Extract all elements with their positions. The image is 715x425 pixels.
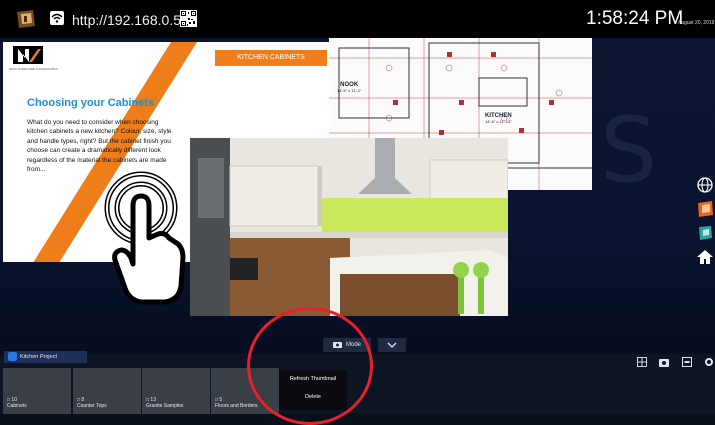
- floorplan-nook-label: NOOK 14'-6" x 11'-2": [337, 82, 362, 93]
- project-name: Kitchen Project: [20, 354, 57, 360]
- grid-icon[interactable]: [637, 354, 647, 367]
- annotation-circle: [247, 307, 373, 425]
- project-tab[interactable]: Kitchen Project: [4, 351, 87, 363]
- kitchen-photo[interactable]: [190, 138, 508, 316]
- slide-logo-text: NEST FURNITURE & ASSOCIATES: [9, 67, 58, 71]
- background-watermark: S: [600, 98, 658, 203]
- slide-logo: [13, 46, 43, 64]
- slide-header: KITCHEN CABINETS: [215, 50, 327, 66]
- window-icon[interactable]: [682, 354, 692, 367]
- slide-title: Choosing your Cabinets: [27, 97, 155, 109]
- camera-capture-icon[interactable]: [659, 354, 669, 367]
- home-icon[interactable]: [696, 248, 714, 266]
- globe-icon[interactable]: [696, 176, 714, 194]
- top-bar: http://192.168.0.53 1:58:24 PM August 20…: [0, 0, 715, 38]
- chevron-down-icon: [387, 342, 397, 348]
- clock-time: 1:58:24 PM: [586, 8, 684, 29]
- folder-thumbnail-granite-samples[interactable]: □ 13 Granite Samples: [142, 368, 210, 414]
- slide-body-text: What do you need to consider when choosi…: [27, 119, 172, 174]
- teal-app-icon[interactable]: [696, 224, 714, 242]
- thumbnail-label: □ 8 Counter Tops: [77, 397, 107, 409]
- touch-gesture-icon: [103, 168, 191, 308]
- clock-date: August 20, 2019: [678, 20, 715, 26]
- kitchen-photo-drawing: [190, 138, 508, 316]
- thumbnail-label: □ 10 Cabinets: [7, 397, 27, 409]
- app-logo-icon[interactable]: [13, 8, 37, 30]
- address-bar[interactable]: http://192.168.0.53: [50, 9, 189, 31]
- floorplan-kitchen-label: KITCHEN 14'-6" x 11'-10": [485, 113, 512, 124]
- url-text[interactable]: http://192.168.0.53: [72, 12, 189, 28]
- thumbnail-label: □ 5 Floors and Borders: [215, 397, 258, 409]
- qr-code-icon[interactable]: [180, 10, 197, 27]
- wifi-icon: [50, 10, 64, 30]
- project-icon: [8, 352, 17, 361]
- canvas-area[interactable]: S NEST FURNITURE & ASSOCIATES KITCHEN CA…: [0, 38, 715, 354]
- thumbnail-label: □ 13 Granite Samples: [146, 397, 184, 409]
- mode-dropdown-button[interactable]: [378, 338, 406, 352]
- settings-icon[interactable]: [704, 354, 714, 366]
- app-logo-shortcut-icon[interactable]: [696, 200, 714, 218]
- folder-thumbnail-cabinets[interactable]: □ 10 Cabinets: [3, 368, 71, 414]
- folder-thumbnail-counter-tops[interactable]: □ 8 Counter Tops: [73, 368, 141, 414]
